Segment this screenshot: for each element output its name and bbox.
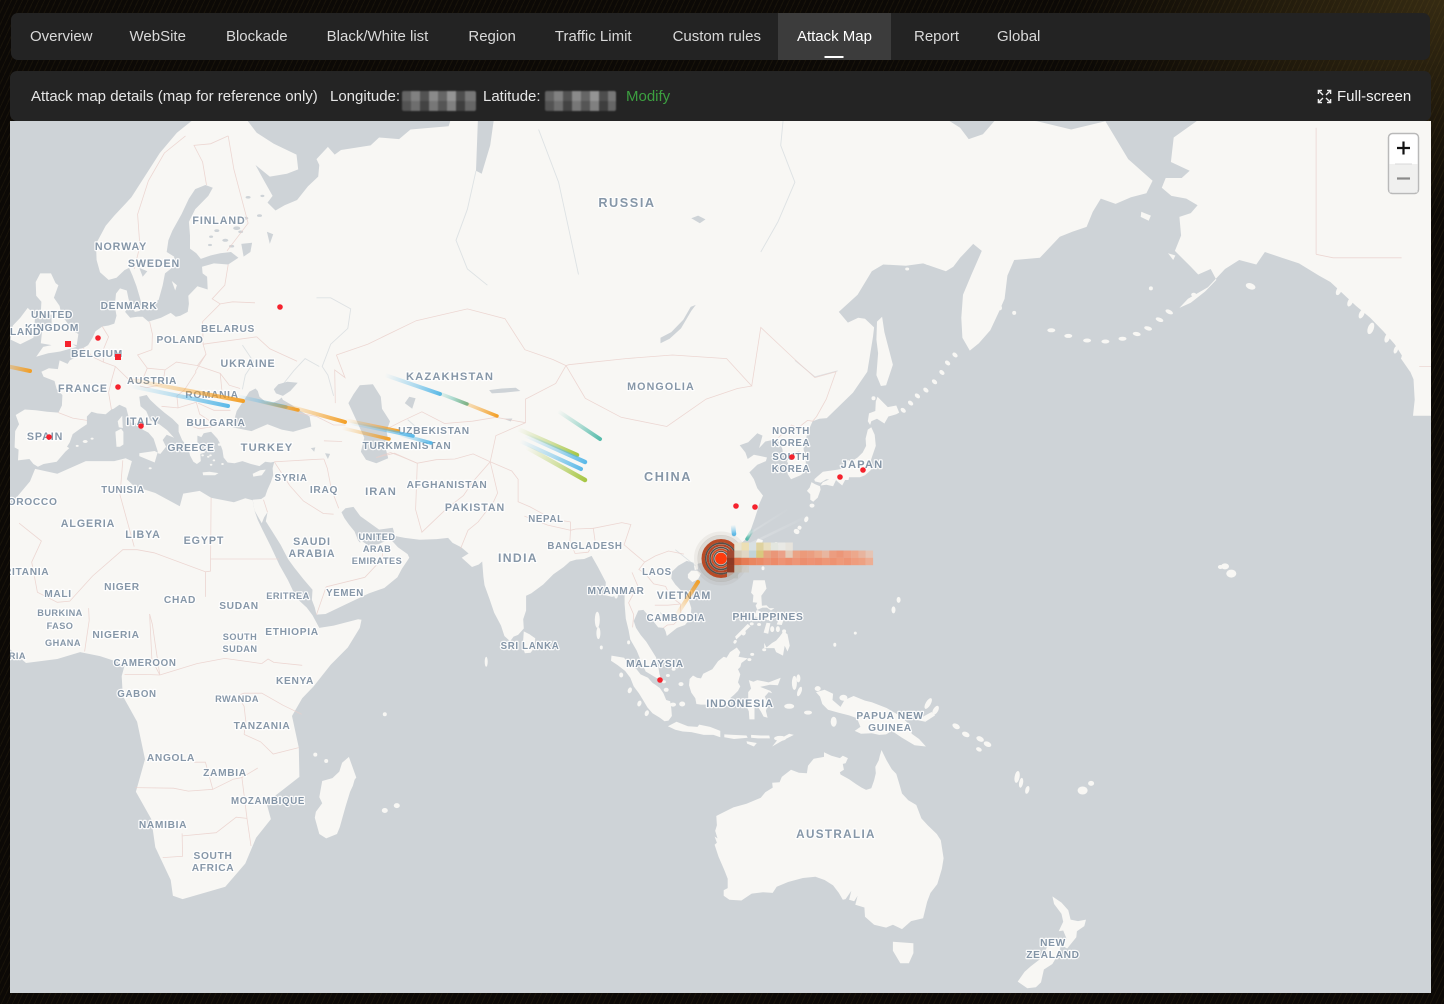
svg-text:FASO: FASO — [47, 621, 74, 631]
svg-text:TURKEY: TURKEY — [241, 442, 294, 454]
svg-text:MYANMAR: MYANMAR — [587, 586, 644, 597]
svg-text:KOREA: KOREA — [772, 464, 810, 475]
svg-text:NORWAY: NORWAY — [95, 241, 147, 253]
svg-text:MONGOLIA: MONGOLIA — [627, 381, 695, 393]
svg-text:BULGARIA: BULGARIA — [186, 418, 245, 429]
svg-text:BELARUS: BELARUS — [201, 324, 255, 335]
svg-text:CAMEROON: CAMEROON — [113, 658, 176, 669]
svg-text:YEMEN: YEMEN — [326, 588, 364, 599]
svg-text:GHANA: GHANA — [45, 638, 81, 648]
svg-text:IRAQ: IRAQ — [310, 485, 338, 496]
svg-text:ALGERIA: ALGERIA — [61, 518, 115, 530]
svg-text:AFRICA: AFRICA — [192, 863, 235, 874]
svg-text:ETHIOPIA: ETHIOPIA — [265, 627, 319, 638]
svg-text:UNITED: UNITED — [31, 310, 73, 321]
svg-text:ZAMBIA: ZAMBIA — [203, 768, 247, 779]
svg-text:MALAYSIA: MALAYSIA — [626, 659, 684, 670]
svg-text:UKRAINE: UKRAINE — [221, 358, 276, 370]
svg-text:RWANDA: RWANDA — [215, 694, 259, 704]
svg-text:TUNISIA: TUNISIA — [101, 485, 145, 496]
svg-text:AUSTRALIA: AUSTRALIA — [796, 828, 876, 841]
svg-text:ERITREA: ERITREA — [266, 591, 309, 601]
svg-text:KENYA: KENYA — [276, 676, 314, 687]
svg-text:KAZAKHSTAN: KAZAKHSTAN — [406, 371, 494, 383]
svg-text:INDIA: INDIA — [498, 551, 538, 565]
svg-text:MOROCCO: MOROCCO — [10, 497, 58, 508]
svg-text:TANZANIA: TANZANIA — [234, 721, 291, 732]
svg-text:NAMIBIA: NAMIBIA — [139, 820, 187, 831]
svg-text:MAURITANIA: MAURITANIA — [10, 567, 49, 578]
svg-text:CHAD: CHAD — [164, 595, 196, 606]
svg-text:BURKINA: BURKINA — [37, 608, 83, 618]
svg-text:ZEALAND: ZEALAND — [1026, 950, 1079, 961]
svg-text:SYRIA: SYRIA — [274, 473, 307, 484]
svg-text:FINLAND: FINLAND — [192, 215, 245, 227]
svg-text:GUINEA: GUINEA — [868, 723, 912, 734]
svg-text:GABON: GABON — [117, 689, 156, 700]
svg-text:GREECE: GREECE — [167, 443, 214, 454]
svg-text:IRELAND: IRELAND — [10, 327, 41, 338]
svg-text:NIGERIA: NIGERIA — [92, 630, 139, 641]
svg-text:ARABIA: ARABIA — [289, 548, 336, 560]
svg-text:PHILIPPINES: PHILIPPINES — [733, 612, 804, 623]
svg-text:MOZAMBIQUE: MOZAMBIQUE — [231, 796, 305, 807]
svg-text:EGYPT: EGYPT — [184, 535, 225, 547]
svg-text:INDONESIA: INDONESIA — [706, 698, 773, 710]
svg-text:SUDAN: SUDAN — [219, 601, 259, 612]
svg-text:ANGOLA: ANGOLA — [147, 753, 195, 764]
svg-text:AFGHANISTAN: AFGHANISTAN — [407, 480, 488, 491]
svg-text:LAOS: LAOS — [642, 567, 672, 578]
svg-text:NEPAL: NEPAL — [528, 514, 564, 525]
svg-text:FRANCE: FRANCE — [58, 383, 108, 395]
svg-text:CHINA: CHINA — [644, 470, 692, 484]
svg-text:NORTH: NORTH — [772, 426, 810, 437]
svg-text:MALI: MALI — [44, 589, 72, 600]
svg-text:LIBERIA: LIBERIA — [10, 651, 26, 661]
svg-text:NEW: NEW — [1040, 938, 1066, 949]
svg-text:RUSSIA: RUSSIA — [598, 196, 655, 210]
svg-text:KOREA: KOREA — [772, 438, 810, 449]
svg-text:SWEDEN: SWEDEN — [128, 258, 180, 270]
svg-text:NIGER: NIGER — [104, 582, 140, 593]
svg-text:DENMARK: DENMARK — [101, 301, 158, 312]
svg-text:UNITED: UNITED — [359, 532, 396, 542]
svg-text:PAKISTAN: PAKISTAN — [445, 502, 505, 514]
svg-text:POLAND: POLAND — [156, 335, 203, 346]
svg-text:ARAB: ARAB — [363, 544, 391, 554]
svg-text:SOUTH: SOUTH — [193, 851, 232, 862]
svg-text:TURKMENISTAN: TURKMENISTAN — [363, 441, 452, 452]
svg-text:SOUTH: SOUTH — [223, 632, 257, 642]
svg-text:SPAIN: SPAIN — [27, 431, 63, 443]
svg-text:PAPUA NEW: PAPUA NEW — [856, 711, 923, 722]
svg-text:SUDAN: SUDAN — [223, 644, 258, 654]
svg-text:LIBYA: LIBYA — [125, 529, 161, 541]
svg-text:IRAN: IRAN — [365, 486, 397, 498]
svg-text:EMIRATES: EMIRATES — [352, 556, 402, 566]
svg-text:SAUDI: SAUDI — [293, 536, 331, 548]
svg-text:SRI LANKA: SRI LANKA — [501, 641, 560, 652]
svg-text:BANGLADESH: BANGLADESH — [547, 541, 622, 552]
